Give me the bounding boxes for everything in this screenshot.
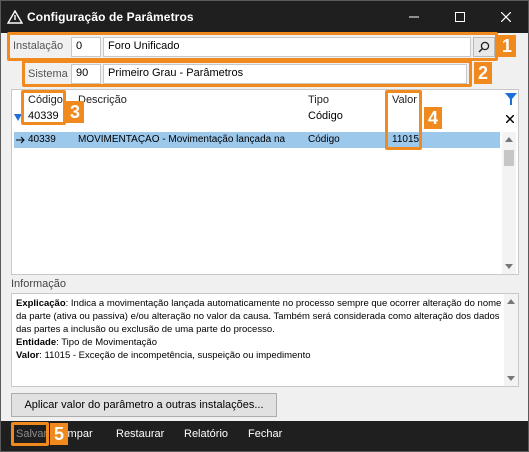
restaurar-button[interactable]: Restaurar: [116, 428, 164, 440]
instalacao-name-field[interactable]: Foro Unificado: [103, 37, 471, 57]
sistema-name-field[interactable]: Primeiro Grau - Parâmetros: [103, 64, 467, 84]
row-descricao: MOVIMENTAÇÃO - Movimentação lançada na: [78, 134, 286, 145]
app-icon: [7, 10, 23, 24]
column-header-valor[interactable]: Valor: [392, 94, 417, 106]
sistema-label: Sistema: [28, 68, 68, 80]
title-bar: Configuração de Parâmetros: [1, 1, 528, 33]
row-tipo: Código: [308, 134, 340, 145]
scroll-down-icon: [505, 264, 513, 269]
instalacao-label: Instalação: [13, 40, 64, 52]
close-icon: [501, 12, 511, 22]
minimize-icon: [409, 16, 419, 18]
info-label: Informação: [11, 278, 67, 290]
grid-vertical-scrollbar[interactable]: [502, 132, 516, 274]
relatorio-button[interactable]: Relatório: [184, 428, 228, 440]
filter-icon[interactable]: [505, 93, 517, 105]
close-button[interactable]: [484, 1, 528, 33]
callout-1-badge: 1: [498, 35, 516, 57]
table-row[interactable]: 40339 MOVIMENTAÇÃO - Movimentação lançad…: [14, 132, 500, 148]
info-scroll-down-icon: [507, 376, 515, 381]
grid-scroll-thumb[interactable]: [504, 150, 514, 166]
explicacao-label: Explicação: [16, 298, 66, 309]
salvar-button[interactable]: Salvar: [16, 428, 47, 440]
fechar-button[interactable]: Fechar: [248, 428, 282, 440]
window-title: Configuração de Parâmetros: [27, 10, 194, 24]
footer-toolbar: Salvar Limpar Restaurar Relatório Fechar: [1, 421, 528, 451]
maximize-icon: [455, 12, 465, 22]
callout-3-badge: 3: [66, 101, 84, 123]
minimize-button[interactable]: [392, 1, 436, 33]
column-header-codigo[interactable]: Código: [28, 94, 63, 106]
explicacao-text: : Indica a movimentação lançada automati…: [16, 298, 502, 335]
column-header-descricao[interactable]: Descrição: [78, 94, 127, 106]
instalacao-search-button[interactable]: [473, 37, 495, 57]
current-row-arrow-icon: [16, 136, 25, 144]
callout-2-badge: 2: [474, 62, 492, 84]
filter-row-icon: [14, 114, 22, 121]
clear-filter-icon[interactable]: [506, 115, 514, 123]
valor-text: : 11015 - Exceção de incompetência, susp…: [39, 350, 311, 361]
valor-label: Valor: [16, 350, 40, 361]
filter-tipo-field[interactable]: Código: [308, 110, 343, 126]
entidade-label: Entidade: [16, 337, 57, 348]
row-valor: 11015: [392, 134, 420, 145]
callout-4-badge: 4: [424, 107, 442, 129]
info-text-box[interactable]: Explicação: Indica a movimentação lançad…: [11, 293, 519, 387]
maximize-button[interactable]: [438, 1, 482, 33]
scroll-up-icon: [505, 137, 513, 142]
apply-to-other-installations-button[interactable]: Aplicar valor do parâmetro a outras inst…: [11, 393, 277, 417]
callout-5-badge: 5: [50, 423, 68, 445]
sistema-code-field[interactable]: 90: [71, 64, 101, 84]
column-header-tipo[interactable]: Tipo: [308, 94, 329, 106]
entidade-text: : Tipo de Movimentação: [56, 337, 157, 348]
parameter-config-window: Configuração de Parâmetros Instalação 0 …: [0, 0, 529, 452]
instalacao-code-field[interactable]: 0: [71, 37, 101, 57]
filter-codigo-field[interactable]: 40339: [28, 110, 59, 126]
info-vertical-scrollbar[interactable]: [504, 294, 518, 386]
parameters-grid: Código Descrição Tipo Valor 40339 Código…: [11, 89, 519, 275]
search-icon: [478, 41, 490, 53]
info-scroll-up-icon: [507, 299, 515, 304]
row-codigo: 40339: [28, 134, 56, 145]
